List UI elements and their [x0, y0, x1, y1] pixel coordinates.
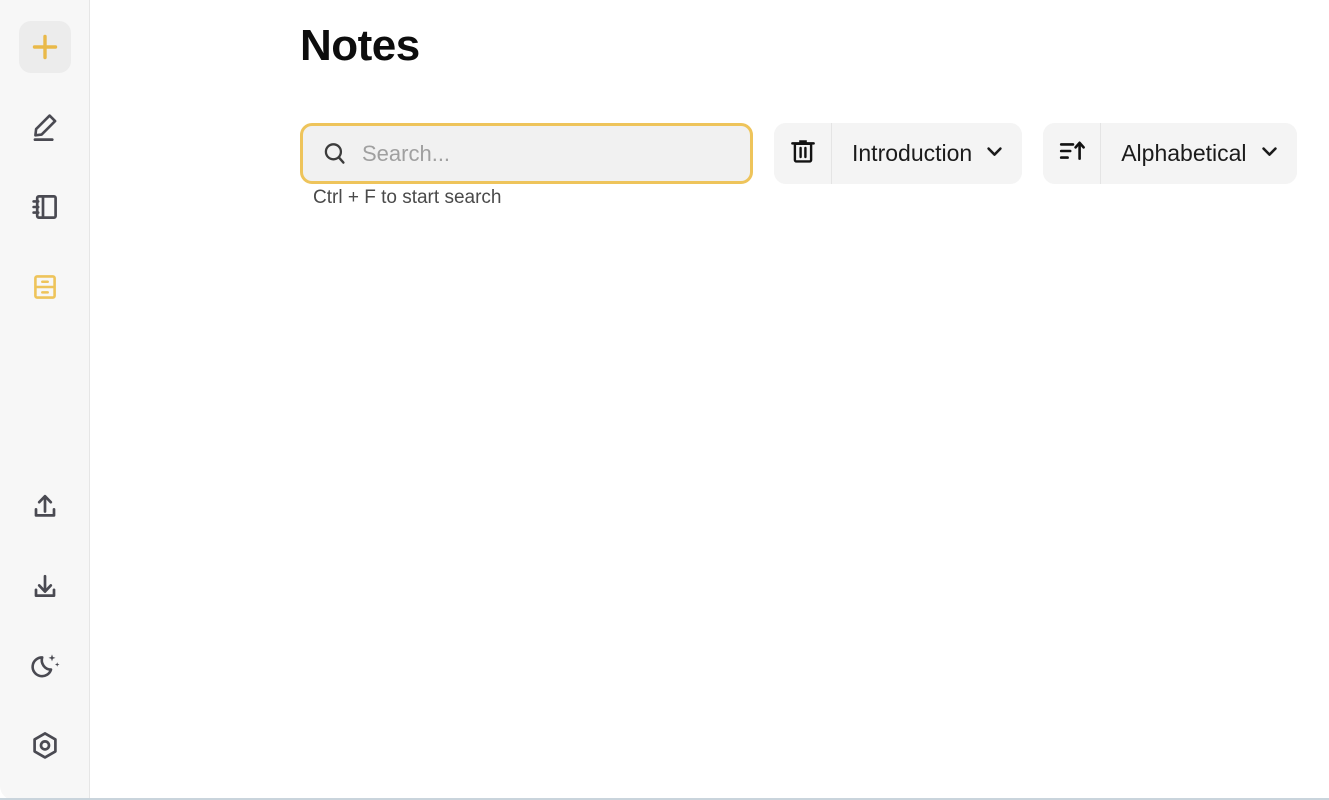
sidebar-bottom-group	[19, 480, 71, 798]
sidebar-item-notebook[interactable]	[19, 181, 71, 233]
sidebar-rail	[0, 0, 90, 798]
notes-toolbar: Ctrl + F to start search Introduc	[300, 123, 1297, 208]
app-window: Notes Ctrl + F to start search	[0, 0, 1329, 800]
delete-notebook-button[interactable]	[774, 123, 832, 184]
sort-group: Alphabetical	[1043, 123, 1297, 184]
moon-stars-icon	[28, 649, 62, 683]
plus-icon	[29, 31, 61, 63]
download-icon	[29, 570, 61, 602]
sidebar-item-settings[interactable]	[19, 720, 71, 772]
sidebar-item-new-note[interactable]	[18, 21, 71, 73]
sidebar-item-download[interactable]	[19, 560, 71, 612]
search-area: Ctrl + F to start search	[300, 123, 753, 208]
hexagon-settings-icon	[28, 729, 62, 763]
sidebar-top-group	[18, 21, 71, 313]
sort-direction-button[interactable]	[1043, 123, 1102, 184]
chevron-down-icon	[985, 142, 1004, 166]
upload-icon	[29, 490, 61, 522]
search-input[interactable]	[362, 140, 736, 167]
trash-icon	[788, 136, 818, 171]
notes-list-empty-area	[300, 230, 1229, 778]
sidebar-item-archive[interactable]	[19, 261, 71, 313]
search-icon	[320, 139, 350, 169]
sort-ascending-icon	[1057, 136, 1087, 171]
notebook-select-value: Introduction	[852, 140, 973, 166]
sort-select-value: Alphabetical	[1121, 140, 1247, 166]
sidebar-item-dark-mode[interactable]	[19, 640, 71, 692]
page-title: Notes	[300, 21, 420, 70]
search-box[interactable]	[300, 123, 753, 184]
pencil-edit-icon	[28, 110, 62, 144]
notebook-filter-group: Introduction	[774, 123, 1023, 184]
chevron-down-icon	[1260, 142, 1279, 166]
search-hint: Ctrl + F to start search	[313, 187, 502, 208]
sort-select[interactable]: Alphabetical	[1101, 123, 1297, 184]
notebook-select[interactable]: Introduction	[832, 123, 1023, 184]
sidebar-item-upload[interactable]	[19, 480, 71, 532]
file-cabinet-icon	[29, 271, 61, 303]
notebook-icon	[28, 190, 62, 224]
sidebar-item-edit[interactable]	[19, 101, 71, 153]
main-content: Notes Ctrl + F to start search	[90, 0, 1329, 798]
